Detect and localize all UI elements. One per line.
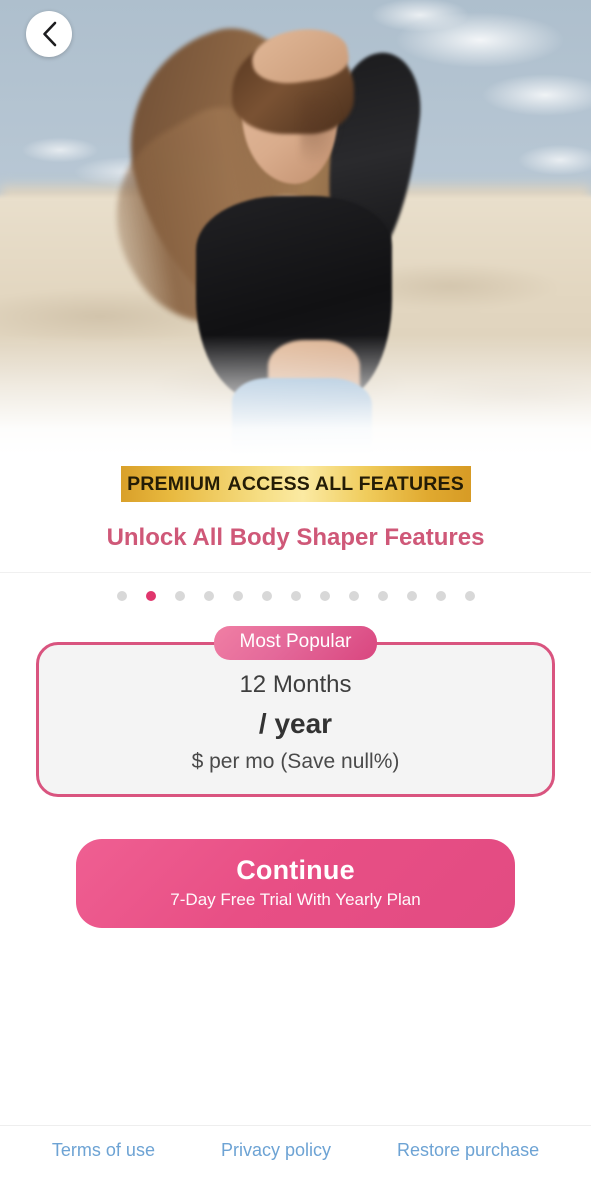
carousel-dot-active[interactable]	[145, 591, 156, 601]
promo-section: PREMIUM ACCESS ALL FEATURES Unlock All Bo…	[0, 455, 591, 573]
carousel-dot[interactable]	[377, 591, 388, 601]
paywall-screen: PREMIUM ACCESS ALL FEATURES Unlock All Bo…	[0, 0, 591, 1178]
continue-button[interactable]: Continue 7-Day Free Trial With Yearly Pl…	[76, 839, 515, 928]
continue-button-subtitle: 7-Day Free Trial With Yearly Plan	[170, 890, 421, 909]
carousel-dot[interactable]	[290, 591, 301, 601]
continue-button-label: Continue	[236, 855, 355, 885]
model-face-shading	[300, 96, 342, 166]
carousel-dot[interactable]	[116, 591, 127, 601]
plan-price: / year	[258, 708, 333, 739]
carousel-dot[interactable]	[406, 591, 417, 601]
cta-wrapper: Continue 7-Day Free Trial With Yearly Pl…	[0, 797, 591, 928]
carousel-dot[interactable]	[464, 591, 475, 601]
carousel-dot[interactable]	[174, 591, 185, 601]
premium-badge: PREMIUM ACCESS ALL FEATURES	[120, 466, 471, 502]
restore-purchase-link[interactable]: Restore purchase	[397, 1140, 539, 1161]
bottom-spacer	[0, 928, 591, 1125]
privacy-policy-link[interactable]: Privacy policy	[221, 1140, 331, 1161]
carousel-dots[interactable]	[0, 573, 591, 619]
plan-option-yearly[interactable]: 12 Months / year $ per mo (Save null%)	[36, 642, 555, 797]
chevron-left-icon	[41, 21, 58, 47]
carousel-dot[interactable]	[261, 591, 272, 601]
carousel-dot[interactable]	[203, 591, 214, 601]
carousel-dot[interactable]	[232, 591, 243, 601]
terms-of-use-link[interactable]: Terms of use	[52, 1140, 155, 1161]
premium-badge-label: PREMIUM ACCESS ALL FEATURES	[127, 473, 464, 496]
premium-badge-primary: PREMIUM	[127, 472, 221, 495]
premium-badge-secondary: ACCESS ALL FEATURES	[227, 472, 464, 495]
page-title: Unlock All Body Shaper Features	[0, 524, 591, 573]
carousel-dot[interactable]	[435, 591, 446, 601]
plan-duration: 12 Months	[239, 671, 352, 698]
hero-bottom-fade	[0, 335, 591, 455]
hero-image	[0, 0, 591, 455]
plan-per-month: $ per mo (Save null%)	[191, 750, 400, 773]
plan-card-wrapper: Most Popular 12 Months / year $ per mo (…	[36, 626, 555, 797]
most-popular-badge: Most Popular	[213, 626, 378, 660]
footer-links: Terms of use Privacy policy Restore purc…	[0, 1125, 591, 1178]
carousel-dot[interactable]	[348, 591, 359, 601]
back-button[interactable]	[26, 11, 72, 57]
carousel-dot[interactable]	[319, 591, 330, 601]
